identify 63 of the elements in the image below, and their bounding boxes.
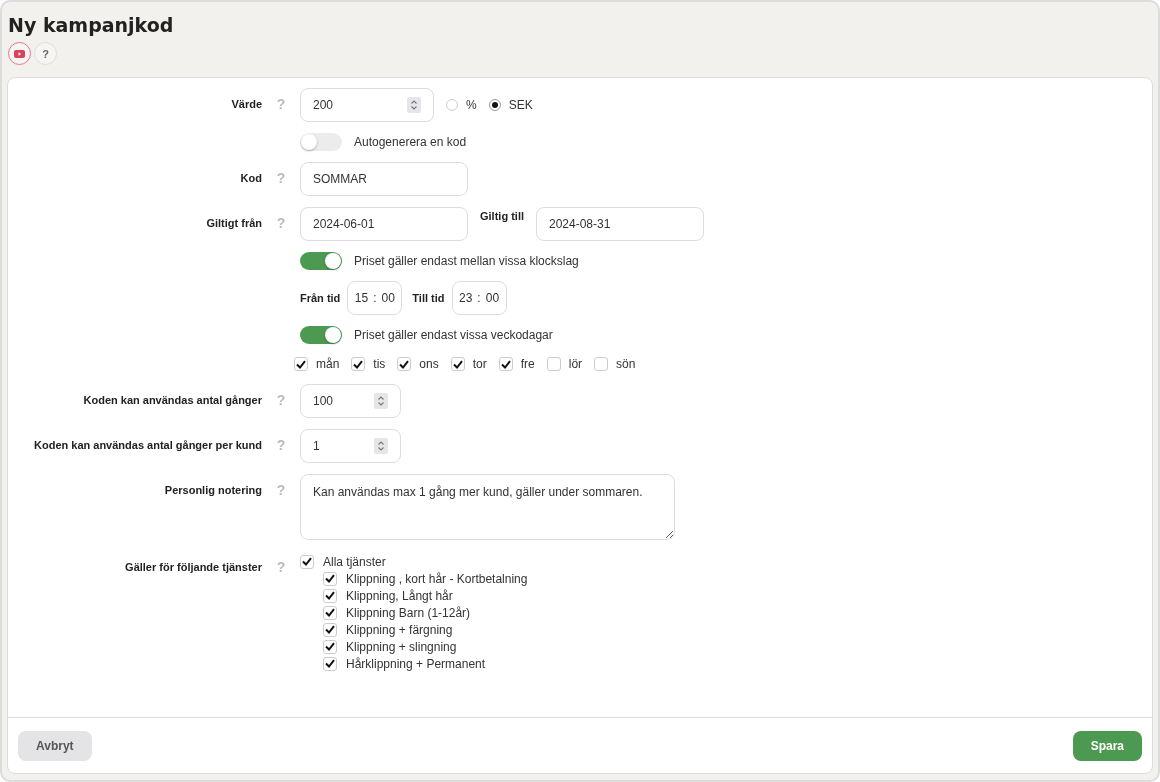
field-label: Till tid [412, 292, 445, 304]
number-field[interactable]: 1 [300, 429, 401, 463]
checkbox-label[interactable]: sön [616, 357, 636, 371]
stepper-icon[interactable] [374, 393, 388, 409]
toggle-label: Priset gäller endast vissa veckodagar [354, 328, 553, 342]
cancel-button[interactable]: Avbryt [18, 730, 92, 761]
field-label: Koden kan användas antal gånger [82, 393, 262, 406]
checkbox-label[interactable]: ons [419, 357, 439, 371]
time-field[interactable]: 23 : 00 [451, 281, 507, 315]
radio-label[interactable]: % [466, 98, 477, 112]
checkbox[interactable] [594, 357, 609, 371]
toggle-switch[interactable] [300, 252, 342, 270]
number-field[interactable]: 100 [300, 384, 401, 418]
time-field[interactable]: 15 : 00 [347, 281, 403, 315]
checkbox-label[interactable]: Alla tjänster [323, 554, 386, 569]
radio-label[interactable]: SEK [508, 98, 533, 112]
checkbox[interactable] [498, 357, 513, 371]
checkbox[interactable] [323, 656, 337, 671]
toggle-label: Priset gäller endast mellan vissa klockslag [354, 254, 579, 268]
checkbox[interactable] [323, 639, 337, 654]
help-button[interactable]: ? [34, 42, 57, 65]
toggle-switch[interactable] [300, 133, 342, 151]
checkbox[interactable] [323, 571, 337, 586]
checkbox[interactable] [300, 554, 314, 569]
checkbox[interactable] [450, 357, 465, 371]
number-field[interactable]: 200 [300, 88, 434, 122]
checkbox-label[interactable]: lör [568, 357, 583, 371]
page-title: Ny kampanjkod [8, 13, 175, 38]
checkbox[interactable] [546, 357, 561, 371]
checkbox[interactable] [294, 357, 308, 371]
field-label: Från tid [300, 292, 341, 304]
checkbox[interactable] [323, 605, 337, 620]
field-label: Kod [239, 171, 262, 184]
field-label: Giltig till [480, 209, 524, 222]
field-label: Värde [230, 97, 262, 110]
checkbox[interactable] [397, 357, 412, 371]
checkbox-label[interactable]: fre [520, 357, 535, 371]
field-label: Personlig notering [163, 483, 262, 496]
checkbox-label[interactable]: tor [472, 357, 487, 371]
video-icon [14, 49, 25, 58]
toggle-switch[interactable] [300, 326, 342, 344]
checkbox-label[interactable]: mån [316, 357, 340, 371]
checkbox-label[interactable]: Klippning + färgning [346, 622, 453, 637]
checkbox-label[interactable]: Klippning , kort hår - Kortbetalning [346, 571, 528, 586]
video-button[interactable] [8, 42, 31, 65]
field-label: Koden kan användas antal gånger per kund [33, 438, 262, 451]
date-field[interactable]: 2024-06-01 [300, 207, 468, 241]
checkbox-label[interactable]: tis [373, 357, 386, 371]
date-field[interactable]: 2024-08-31 [536, 207, 704, 241]
checkbox-label[interactable]: Klippning, Långt hår [346, 588, 453, 603]
stepper-icon[interactable] [374, 438, 388, 454]
code-field[interactable]: SOMMAR [300, 162, 468, 196]
checkbox-label[interactable]: Hårklippning + Permanent [346, 656, 486, 671]
checkbox[interactable] [323, 622, 337, 637]
checkbox[interactable] [351, 357, 366, 371]
note-field[interactable]: Kan användas max 1 gång mer kund, gäller under sommaren. [300, 474, 675, 540]
field-label: Gäller för följande tjänster [124, 560, 262, 573]
field-label: Giltigt från [205, 216, 262, 229]
checkbox-label[interactable]: Klippning + slingning [346, 639, 457, 654]
checkbox[interactable] [323, 588, 337, 603]
stepper-icon[interactable] [407, 97, 421, 113]
toggle-label: Autogenerera en kod [354, 135, 467, 149]
checkbox-label[interactable]: Klippning Barn (1-12år) [346, 605, 471, 620]
